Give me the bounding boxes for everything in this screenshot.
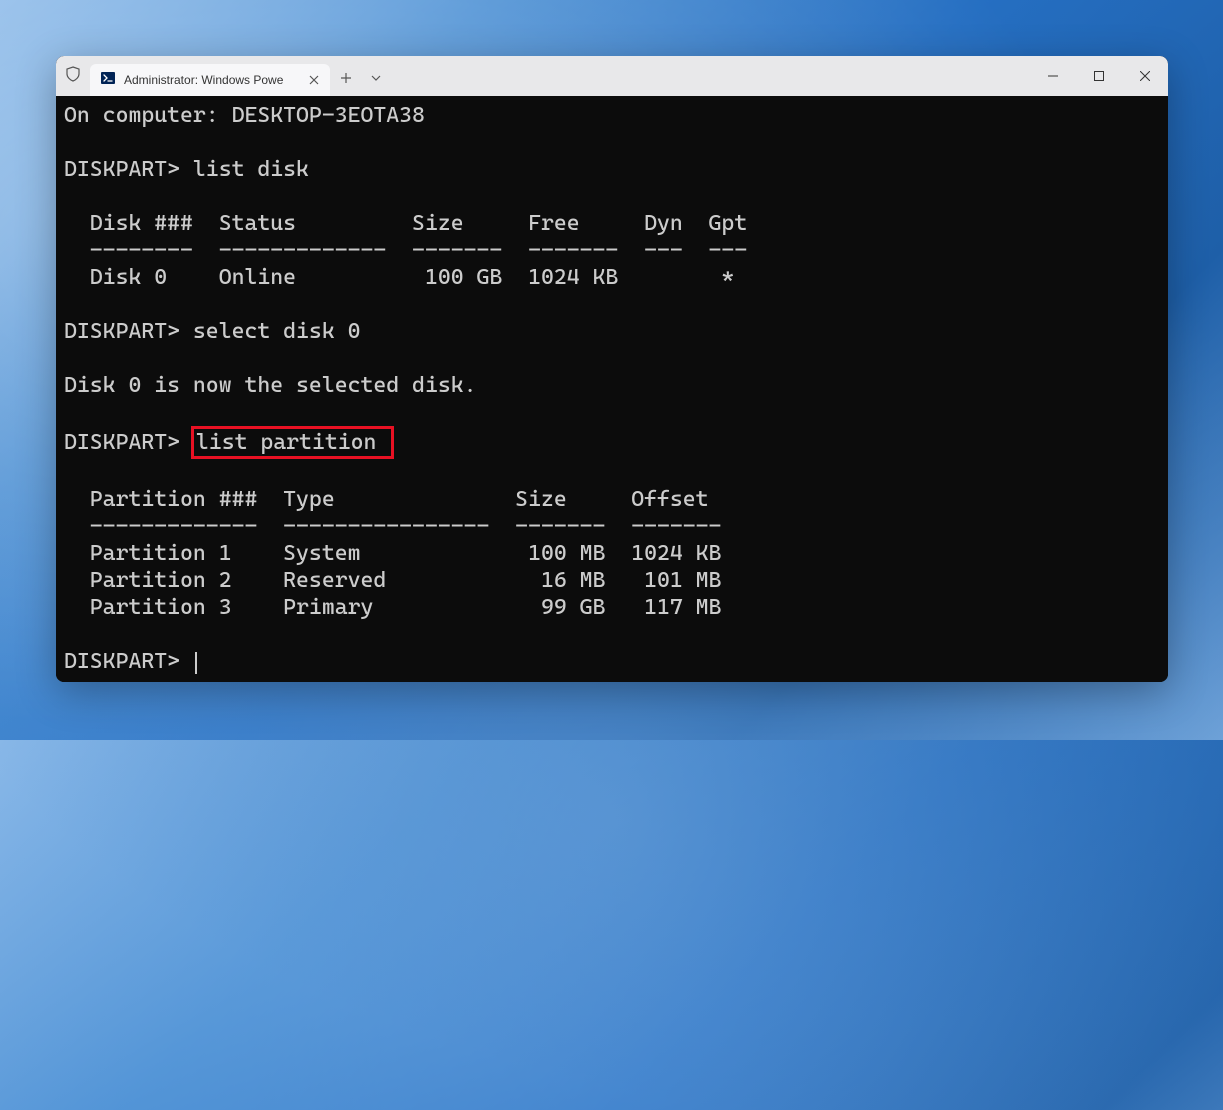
maximize-button[interactable] — [1076, 56, 1122, 96]
prompt: DISKPART> — [64, 649, 193, 674]
cursor — [195, 652, 197, 674]
prompt: DISKPART> — [64, 157, 193, 182]
cmd-list-partition: list partition — [196, 430, 376, 455]
titlebar-drag-area[interactable] — [390, 56, 1030, 96]
close-button[interactable] — [1122, 56, 1168, 96]
new-tab-button[interactable] — [330, 60, 362, 96]
prompt: DISKPART> — [64, 319, 193, 344]
disk-divider: -------- ------------- ------- ------- -… — [64, 238, 747, 263]
partition-row: Partition 1 System 100 MB 1024 KB — [64, 541, 721, 566]
disk-header: Disk ### Status Size Free Dyn Gpt — [64, 211, 747, 236]
admin-shield-area — [56, 56, 90, 96]
powershell-icon — [100, 70, 116, 91]
partition-divider: ------------- ---------------- ------- -… — [64, 514, 721, 539]
terminal-window: Administrator: Windows Powe On computer:… — [56, 56, 1168, 682]
shield-icon — [65, 66, 81, 87]
prompt: DISKPART> — [64, 430, 193, 455]
tab-dropdown-button[interactable] — [362, 60, 390, 96]
active-tab[interactable]: Administrator: Windows Powe — [90, 64, 330, 96]
cmd-select-disk: select disk 0 — [193, 319, 361, 344]
titlebar[interactable]: Administrator: Windows Powe — [56, 56, 1168, 96]
line-computer: On computer: DESKTOP-3EOTA38 — [64, 103, 425, 128]
disk-row: Disk 0 Online 100 GB 1024 KB * — [64, 265, 734, 290]
tab-close-button[interactable] — [306, 72, 322, 88]
partition-row: Partition 2 Reserved 16 MB 101 MB — [64, 568, 721, 593]
highlighted-command: list partition — [191, 426, 394, 459]
select-message: Disk 0 is now the selected disk. — [64, 373, 477, 398]
minimize-button[interactable] — [1030, 56, 1076, 96]
partition-header: Partition ### Type Size Offset — [64, 487, 709, 512]
cmd-list-disk: list disk — [193, 157, 309, 182]
partition-row: Partition 3 Primary 99 GB 117 MB — [64, 595, 721, 620]
tab-title: Administrator: Windows Powe — [124, 73, 298, 87]
terminal-output[interactable]: On computer: DESKTOP-3EOTA38 DISKPART> l… — [56, 96, 1168, 682]
